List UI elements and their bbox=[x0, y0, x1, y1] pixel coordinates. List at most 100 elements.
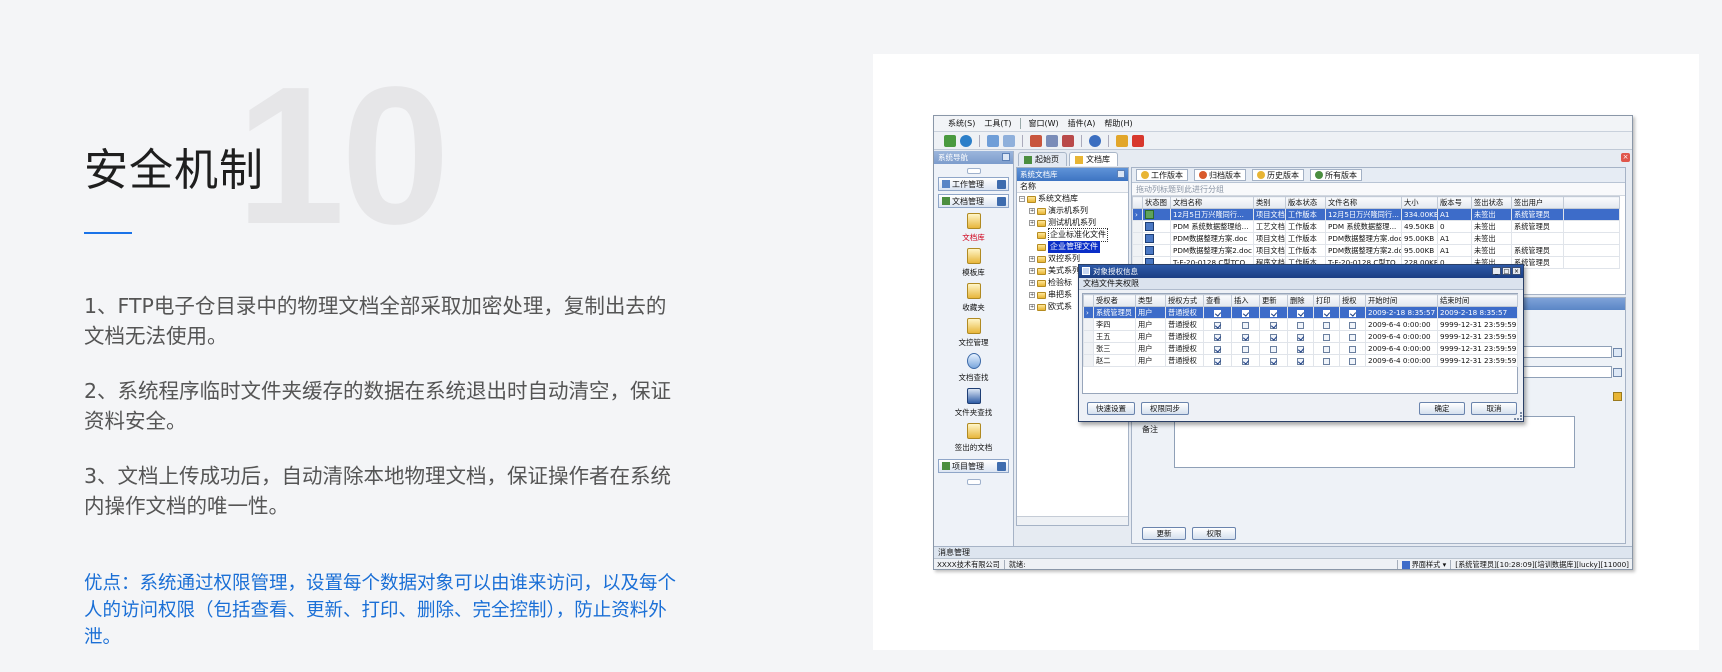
permission-checkbox[interactable] bbox=[1214, 357, 1221, 365]
sidebar-item-folder-search[interactable]: 文件夹查找 bbox=[934, 388, 1013, 418]
permission-checkbox[interactable] bbox=[1323, 357, 1330, 365]
close-tab-icon[interactable]: × bbox=[1621, 153, 1630, 162]
nav-group-documents[interactable]: 文档管理 bbox=[938, 194, 1009, 208]
tab-work-version[interactable]: 工作版本 bbox=[1136, 169, 1188, 181]
sidebar-item-doc-control[interactable]: 文控管理 bbox=[934, 318, 1013, 348]
column-header[interactable]: 授权 bbox=[1339, 294, 1366, 307]
permission-checkbox[interactable] bbox=[1297, 345, 1304, 353]
copy-icon[interactable] bbox=[1003, 134, 1015, 147]
edit-icon[interactable] bbox=[1030, 134, 1042, 147]
refresh-icon[interactable] bbox=[944, 134, 956, 147]
ellipsis-button[interactable] bbox=[1613, 348, 1622, 357]
property-field[interactable] bbox=[1512, 366, 1612, 378]
column-header[interactable]: 删除 bbox=[1287, 294, 1314, 307]
folder-open-icon[interactable] bbox=[1613, 392, 1622, 401]
permission-checkbox[interactable] bbox=[1214, 333, 1221, 341]
table-row[interactable]: 张三 用户 普通授权 2009-6-4 0:00:00 9999-12-31 23:59… bbox=[1083, 342, 1518, 355]
expand-icon[interactable]: + bbox=[1029, 256, 1035, 262]
style-selector[interactable]: 界面样式 ▾ bbox=[1401, 559, 1452, 569]
expand-icon[interactable]: + bbox=[1029, 268, 1035, 274]
permission-checkbox[interactable] bbox=[1297, 333, 1304, 341]
permission-checkbox[interactable] bbox=[1214, 321, 1221, 329]
tree-node-selected[interactable]: 企业管理文件 bbox=[1017, 241, 1128, 253]
lock-icon[interactable] bbox=[1116, 134, 1128, 147]
tab-history-version[interactable]: 历史版本 bbox=[1252, 169, 1304, 181]
save-icon[interactable] bbox=[987, 134, 999, 147]
column-header[interactable]: 版本状态 bbox=[1285, 196, 1326, 209]
menu-tools[interactable]: 工具(T) bbox=[984, 118, 1011, 129]
permission-checkbox[interactable] bbox=[1270, 345, 1277, 353]
sidebar-item-doc-search[interactable]: 文档查找 bbox=[934, 353, 1013, 383]
permission-checkbox[interactable] bbox=[1349, 309, 1356, 317]
permission-checkbox[interactable] bbox=[1349, 321, 1356, 329]
column-header[interactable]: 文档名称 bbox=[1170, 196, 1254, 209]
pin-icon[interactable] bbox=[1117, 170, 1125, 178]
permission-checkbox[interactable] bbox=[1214, 309, 1221, 317]
column-header[interactable]: 更新 bbox=[1259, 294, 1288, 307]
permission-checkbox[interactable] bbox=[1323, 345, 1330, 353]
memo-textarea[interactable] bbox=[1174, 416, 1575, 468]
menu-system[interactable]: 系统(S) bbox=[948, 118, 975, 129]
table-row[interactable]: › 系统管理员 用户 普通授权 2009-2-18 8:35:57 2009-2-18 8… bbox=[1083, 306, 1518, 319]
permission-checkbox[interactable] bbox=[1323, 309, 1330, 317]
help-icon[interactable] bbox=[1089, 134, 1101, 147]
expand-icon[interactable]: + bbox=[1029, 220, 1035, 226]
permission-checkbox[interactable] bbox=[1242, 333, 1249, 341]
permission-checkbox[interactable] bbox=[1349, 357, 1356, 365]
sidebar-item-checked-out[interactable]: 签出的文档 bbox=[934, 423, 1013, 453]
expand-icon[interactable]: + bbox=[1029, 208, 1035, 214]
permission-checkbox[interactable] bbox=[1242, 309, 1249, 317]
tab-all-versions[interactable]: 所有版本 bbox=[1310, 169, 1362, 181]
maximize-icon[interactable]: □ bbox=[1502, 267, 1511, 275]
permission-checkbox[interactable] bbox=[1270, 333, 1277, 341]
tree-node-root[interactable]: − 系统文档库 bbox=[1017, 193, 1128, 205]
permission-sync-button[interactable]: 权限同步 bbox=[1141, 402, 1189, 415]
column-header[interactable]: 插入 bbox=[1231, 294, 1260, 307]
delete-icon[interactable] bbox=[1062, 134, 1074, 147]
permission-checkbox[interactable] bbox=[1242, 357, 1249, 365]
column-header[interactable]: 状态图 bbox=[1142, 196, 1171, 209]
column-header[interactable]: 授权方式 bbox=[1165, 294, 1204, 307]
permission-checkbox[interactable] bbox=[1270, 309, 1277, 317]
menu-window[interactable]: 窗口(W) bbox=[1028, 118, 1058, 129]
resize-grip[interactable] bbox=[1514, 412, 1522, 420]
permission-checkbox[interactable] bbox=[1297, 321, 1304, 329]
permission-checkbox[interactable] bbox=[1349, 345, 1356, 353]
cancel-button[interactable]: 取消 bbox=[1471, 402, 1517, 415]
collapse-icon[interactable]: − bbox=[1019, 196, 1025, 202]
permission-checkbox[interactable] bbox=[1214, 345, 1221, 353]
column-header[interactable]: 版本号 bbox=[1437, 196, 1472, 209]
column-header[interactable]: 大小 bbox=[1401, 196, 1438, 209]
scroll-up-button[interactable] bbox=[966, 168, 981, 174]
expand-icon[interactable]: + bbox=[1029, 292, 1035, 298]
column-header[interactable]: 开始时间 bbox=[1365, 294, 1438, 307]
property-field[interactable] bbox=[1512, 346, 1612, 358]
permission-checkbox[interactable] bbox=[1349, 333, 1356, 341]
column-header[interactable]: 类别 bbox=[1253, 196, 1286, 209]
menu-plugins[interactable]: 插件(A) bbox=[1068, 118, 1096, 129]
tab-start-page[interactable]: 起始页 bbox=[1018, 152, 1067, 166]
permission-button[interactable]: 权限 bbox=[1192, 527, 1236, 540]
permission-checkbox[interactable] bbox=[1242, 321, 1249, 329]
menu-help[interactable]: 帮助(H) bbox=[1104, 118, 1132, 129]
sidebar-item-templates[interactable]: 模板库 bbox=[934, 248, 1013, 278]
column-header[interactable]: 受权者 bbox=[1093, 294, 1136, 307]
table-row[interactable]: 赵二 用户 普通授权 2009-6-4 0:00:00 9999-12-31 23:59… bbox=[1083, 354, 1518, 367]
nav-group-projects[interactable]: 项目管理 bbox=[938, 459, 1009, 473]
close-icon[interactable]: × bbox=[1512, 267, 1521, 275]
nav-group-work[interactable]: 工作管理 bbox=[938, 177, 1009, 191]
sidebar-item-doc-library[interactable]: 文档库 bbox=[934, 213, 1013, 243]
ok-button[interactable]: 确定 bbox=[1419, 402, 1465, 415]
permission-checkbox[interactable] bbox=[1323, 321, 1330, 329]
tree-horizontal-scrollbar[interactable] bbox=[1017, 516, 1128, 525]
scroll-down-button[interactable] bbox=[966, 479, 981, 485]
table-row[interactable]: 王五 用户 普通授权 2009-6-4 0:00:00 9999-12-31 23:59… bbox=[1083, 330, 1518, 343]
tree-node[interactable]: 企业标准化文件 bbox=[1017, 228, 1128, 242]
column-header[interactable]: 文件名称 bbox=[1325, 196, 1402, 209]
table-row[interactable]: 李四 用户 普通授权 2009-6-4 0:00:00 9999-12-31 23:59… bbox=[1083, 318, 1518, 331]
expand-icon[interactable]: + bbox=[1029, 304, 1035, 310]
column-header[interactable]: 打印 bbox=[1313, 294, 1340, 307]
message-tab[interactable]: 消息管理 bbox=[934, 546, 1632, 558]
table-row[interactable]: › 12月5日万兴隆同行... 项目文档 工作版本 12月5日万兴隆同行... … bbox=[1132, 208, 1620, 221]
minimize-icon[interactable]: _ bbox=[1492, 267, 1501, 275]
